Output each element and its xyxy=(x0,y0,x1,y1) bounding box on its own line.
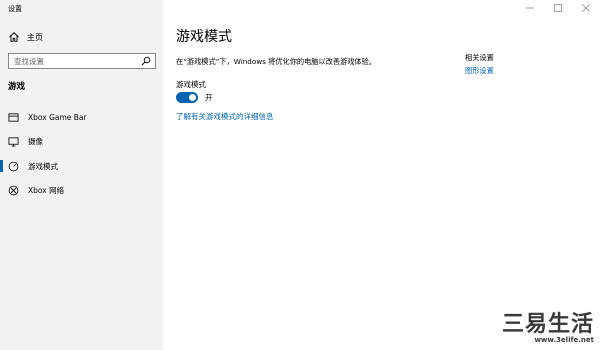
watermark-text: 三易生活 xyxy=(501,311,594,337)
home-icon xyxy=(9,32,19,42)
page-description: 在“游戏模式”下，Windows 将优化你的电脑以改善游戏体验。 xyxy=(176,57,376,66)
game-mode-toggle[interactable] xyxy=(176,92,198,103)
capture-icon xyxy=(8,137,19,147)
main-content: 游戏模式 在“游戏模式”下，Windows 将优化你的电脑以改善游戏体验。 游戏… xyxy=(163,0,600,350)
maximize-icon xyxy=(554,4,562,12)
game-mode-toggle-label: 游戏模式 xyxy=(176,80,206,89)
section-title: 游戏 xyxy=(8,82,26,92)
sidebar-item-xbox-game-bar[interactable]: Xbox Game Bar xyxy=(0,105,163,130)
close-button[interactable] xyxy=(572,0,600,16)
watermark-url: www.3elife.net xyxy=(534,336,594,344)
home-nav-item[interactable]: 主页 xyxy=(8,30,158,44)
sidebar-item-game-mode[interactable]: 游戏模式 xyxy=(0,154,163,179)
search-icon[interactable] xyxy=(141,56,151,66)
game-mode-icon xyxy=(8,161,19,172)
toggle-state-text: 开 xyxy=(205,93,213,102)
graphics-settings-link[interactable]: 图形设置 xyxy=(465,66,494,76)
sidebar-item-label: Xbox 网络 xyxy=(28,186,65,196)
search-input[interactable] xyxy=(9,54,141,68)
sidebar-item-xbox-network[interactable]: Xbox 网络 xyxy=(0,179,163,204)
toggle-knob xyxy=(189,94,196,101)
learn-more-link[interactable]: 了解有关游戏模式的详细信息 xyxy=(176,111,274,122)
related-settings-title: 相关设置 xyxy=(465,53,494,62)
sidebar: 设置 主页 游戏 Xbox Game Bar 摄像 xyxy=(0,0,163,350)
search-box[interactable] xyxy=(8,53,156,69)
close-icon xyxy=(582,4,590,12)
minimize-icon xyxy=(526,7,534,9)
maximize-button[interactable] xyxy=(544,0,572,16)
sidebar-item-label: 摄像 xyxy=(28,137,43,147)
sidebar-item-capture[interactable]: 摄像 xyxy=(0,130,163,155)
game-bar-icon xyxy=(8,113,19,122)
window-controls xyxy=(516,0,600,16)
app-title: 设置 xyxy=(8,5,22,13)
game-mode-toggle-row: 开 xyxy=(176,92,213,103)
page-title: 游戏模式 xyxy=(176,29,232,45)
minimize-button[interactable] xyxy=(516,0,544,16)
sidebar-item-label: 游戏模式 xyxy=(28,161,58,171)
nav-list: Xbox Game Bar 摄像 游戏模式 Xbox 网络 xyxy=(0,105,163,203)
xbox-icon xyxy=(8,185,19,196)
watermark-logo: 三易生活 www.3elife.net xyxy=(499,306,594,344)
sidebar-item-label: Xbox Game Bar xyxy=(28,112,87,122)
home-label: 主页 xyxy=(27,32,43,42)
